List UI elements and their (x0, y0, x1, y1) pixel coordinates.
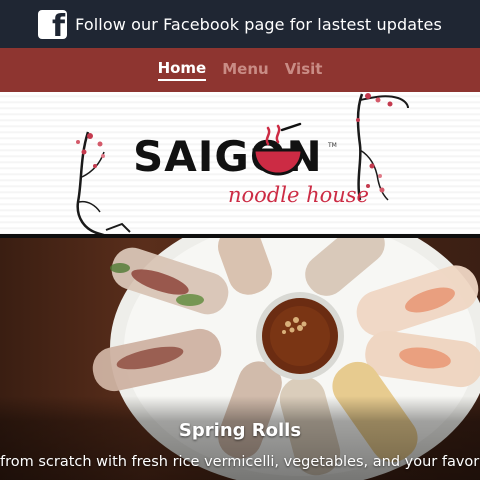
dish-title: Spring Rolls (178, 420, 302, 441)
facebook-banner[interactable]: f Follow our Facebook page for lastest u… (0, 0, 480, 48)
logo-header: SAIGON TM noodle house (0, 92, 480, 238)
facebook-icon[interactable]: f (38, 9, 68, 39)
logo-subtitle: noodle house (228, 183, 369, 207)
trademark-symbol: TM (328, 142, 337, 149)
main-nav: Home Menu Visit (0, 48, 480, 92)
dish-description: from scratch with fresh rice vermicelli,… (0, 454, 480, 470)
facebook-banner-text[interactable]: Follow our Facebook page for lastest upd… (75, 15, 442, 34)
nav-menu-link[interactable]: Menu (222, 60, 268, 80)
nav-home-link[interactable]: Home (157, 59, 207, 81)
noodle-bowl-icon (252, 122, 304, 176)
cherry-blossom-left-decoration (76, 131, 131, 234)
hero-image: Spring Rolls from scratch with fresh ric… (0, 238, 480, 480)
nav-visit-link[interactable]: Visit (285, 60, 323, 80)
